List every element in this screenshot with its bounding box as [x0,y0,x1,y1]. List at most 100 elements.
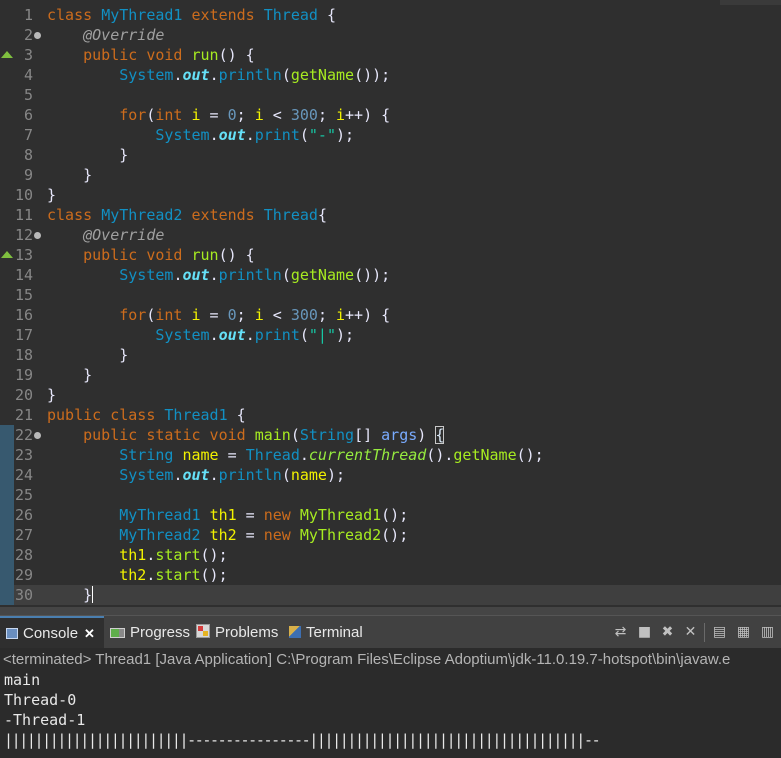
code-text[interactable]: MyThread2 th2 = new MyThread2(); [47,525,408,545]
annotation-ruler[interactable] [0,165,14,185]
annotation-ruler[interactable] [0,105,14,125]
close-icon[interactable]: ✕ [84,626,95,641]
code-line[interactable]: 23 String name = Thread.currentThread().… [0,445,781,465]
annotation-ruler[interactable] [0,25,14,45]
code-line[interactable]: 13 public void run() { [0,245,781,265]
code-text[interactable]: MyThread1 th1 = new MyThread1(); [47,505,408,525]
code-text[interactable]: for(int i = 0; i < 300; i++) { [47,105,390,125]
code-line[interactable]: 11 class MyThread2 extends Thread{ [0,205,781,225]
code-text[interactable]: System.out.println(getName()); [47,65,390,85]
annotation-ruler[interactable] [0,465,14,485]
code-line[interactable]: 29 th2.start(); [0,565,781,585]
annotation-ruler[interactable] [0,385,14,405]
code-text[interactable]: th2.start(); [47,565,227,585]
tab-progress[interactable]: Progress [110,616,190,649]
code-line[interactable]: 6 for(int i = 0; i < 300; i++) { [0,105,781,125]
code-line[interactable]: 10} [0,185,781,205]
code-line[interactable]: 21 public class Thread1 { [0,405,781,425]
code-line[interactable]: 17 System.out.print("|"); [0,325,781,345]
code-text[interactable]: } [47,145,128,165]
code-text[interactable]: System.out.println(getName()); [47,265,390,285]
remove-all-terminated-icon[interactable]: ✕ [683,625,698,640]
code-text[interactable]: } [47,345,128,365]
annotation-ruler[interactable] [0,325,14,345]
annotation-ruler[interactable] [0,545,14,565]
tab-terminal[interactable]: Terminal [289,616,373,649]
override-marker-icon[interactable] [1,251,13,258]
fold-toggle-icon[interactable] [34,432,41,439]
code-text[interactable]: System.out.print("|"); [47,325,354,345]
annotation-ruler[interactable] [0,185,14,205]
code-line[interactable]: 15 [0,285,781,305]
annotation-ruler[interactable] [0,285,14,305]
code-line[interactable]: 9 } [0,165,781,185]
code-line[interactable]: 7 System.out.print("-"); [0,125,781,145]
code-line[interactable]: 2 @Override [0,25,781,45]
code-text[interactable]: } [47,385,56,405]
code-text[interactable]: public void run() { [47,45,255,65]
annotation-ruler[interactable] [0,565,14,585]
annotation-ruler[interactable] [0,425,14,445]
scroll-lock-icon[interactable]: ▤ [712,625,727,640]
console-output[interactable]: <terminated> Thread1 [Java Application] … [0,648,781,758]
annotation-ruler[interactable] [0,45,14,65]
annotation-ruler[interactable] [0,225,14,245]
tab-console[interactable]: Console ✕ [0,616,104,649]
code-line[interactable]: 28 th1.start(); [0,545,781,565]
annotation-ruler[interactable] [0,525,14,545]
code-text[interactable]: public void run() { [47,245,255,265]
code-line[interactable]: 12 @Override [0,225,781,245]
code-text[interactable]: class MyThread1 extends Thread { [47,5,336,25]
override-marker-icon[interactable] [1,51,13,58]
annotation-ruler[interactable] [0,65,14,85]
code-text[interactable]: } [47,185,56,205]
code-editor[interactable]: 1 class MyThread1 extends Thread {2 @Over… [0,0,781,607]
fold-toggle-icon[interactable] [34,32,41,39]
stop-icon[interactable]: ■ [637,625,652,640]
pin-console-icon[interactable]: ▥ [760,625,775,640]
code-line[interactable]: 3 public void run() { [0,45,781,65]
annotation-ruler[interactable] [0,485,14,505]
annotation-ruler[interactable] [0,305,14,325]
code-text[interactable]: } [47,585,94,605]
code-text[interactable]: } [47,165,92,185]
annotation-ruler[interactable] [0,145,14,165]
code-line[interactable]: 20} [0,385,781,405]
annotation-ruler[interactable] [0,405,14,425]
annotation-ruler[interactable] [0,125,14,145]
code-text[interactable]: System.out.println(name); [47,465,345,485]
code-text[interactable]: class MyThread2 extends Thread{ [47,205,327,225]
fold-toggle-icon[interactable] [34,232,41,239]
code-line[interactable]: 27 MyThread2 th2 = new MyThread2(); [0,525,781,545]
code-line[interactable]: 25 [0,485,781,505]
code-line[interactable]: 18 } [0,345,781,365]
code-line[interactable]: 1 class MyThread1 extends Thread { [0,5,781,25]
code-line[interactable]: 16 for(int i = 0; i < 300; i++) { [0,305,781,325]
code-text[interactable]: @Override [47,25,164,45]
annotation-ruler[interactable] [0,445,14,465]
annotation-ruler[interactable] [0,205,14,225]
code-text[interactable]: String name = Thread.currentThread().get… [47,445,543,465]
remove-launch-icon[interactable]: ✖ [660,625,675,640]
code-line[interactable]: 4 System.out.println(getName()); [0,65,781,85]
tab-problems[interactable]: Problems [196,616,284,649]
annotation-ruler[interactable] [0,365,14,385]
annotation-ruler[interactable] [0,345,14,365]
code-line[interactable]: 24 System.out.println(name); [0,465,781,485]
annotation-ruler[interactable] [0,85,14,105]
annotation-ruler[interactable] [0,245,14,265]
annotation-ruler[interactable] [0,585,14,605]
code-text[interactable]: public static void main(String[] args) { [47,425,445,445]
word-wrap-icon[interactable]: ▦ [736,625,751,640]
code-text[interactable]: } [47,365,92,385]
code-line[interactable]: 5 [0,85,781,105]
code-line[interactable]: 14 System.out.println(getName()); [0,265,781,285]
annotation-ruler[interactable] [0,265,14,285]
annotation-ruler[interactable] [0,5,14,25]
code-text[interactable]: th1.start(); [47,545,227,565]
sync-icon[interactable]: ⇄ [613,625,628,640]
annotation-ruler[interactable] [0,505,14,525]
code-text[interactable]: for(int i = 0; i < 300; i++) { [47,305,390,325]
code-line[interactable]: 19 } [0,365,781,385]
code-line[interactable]: 8 } [0,145,781,165]
